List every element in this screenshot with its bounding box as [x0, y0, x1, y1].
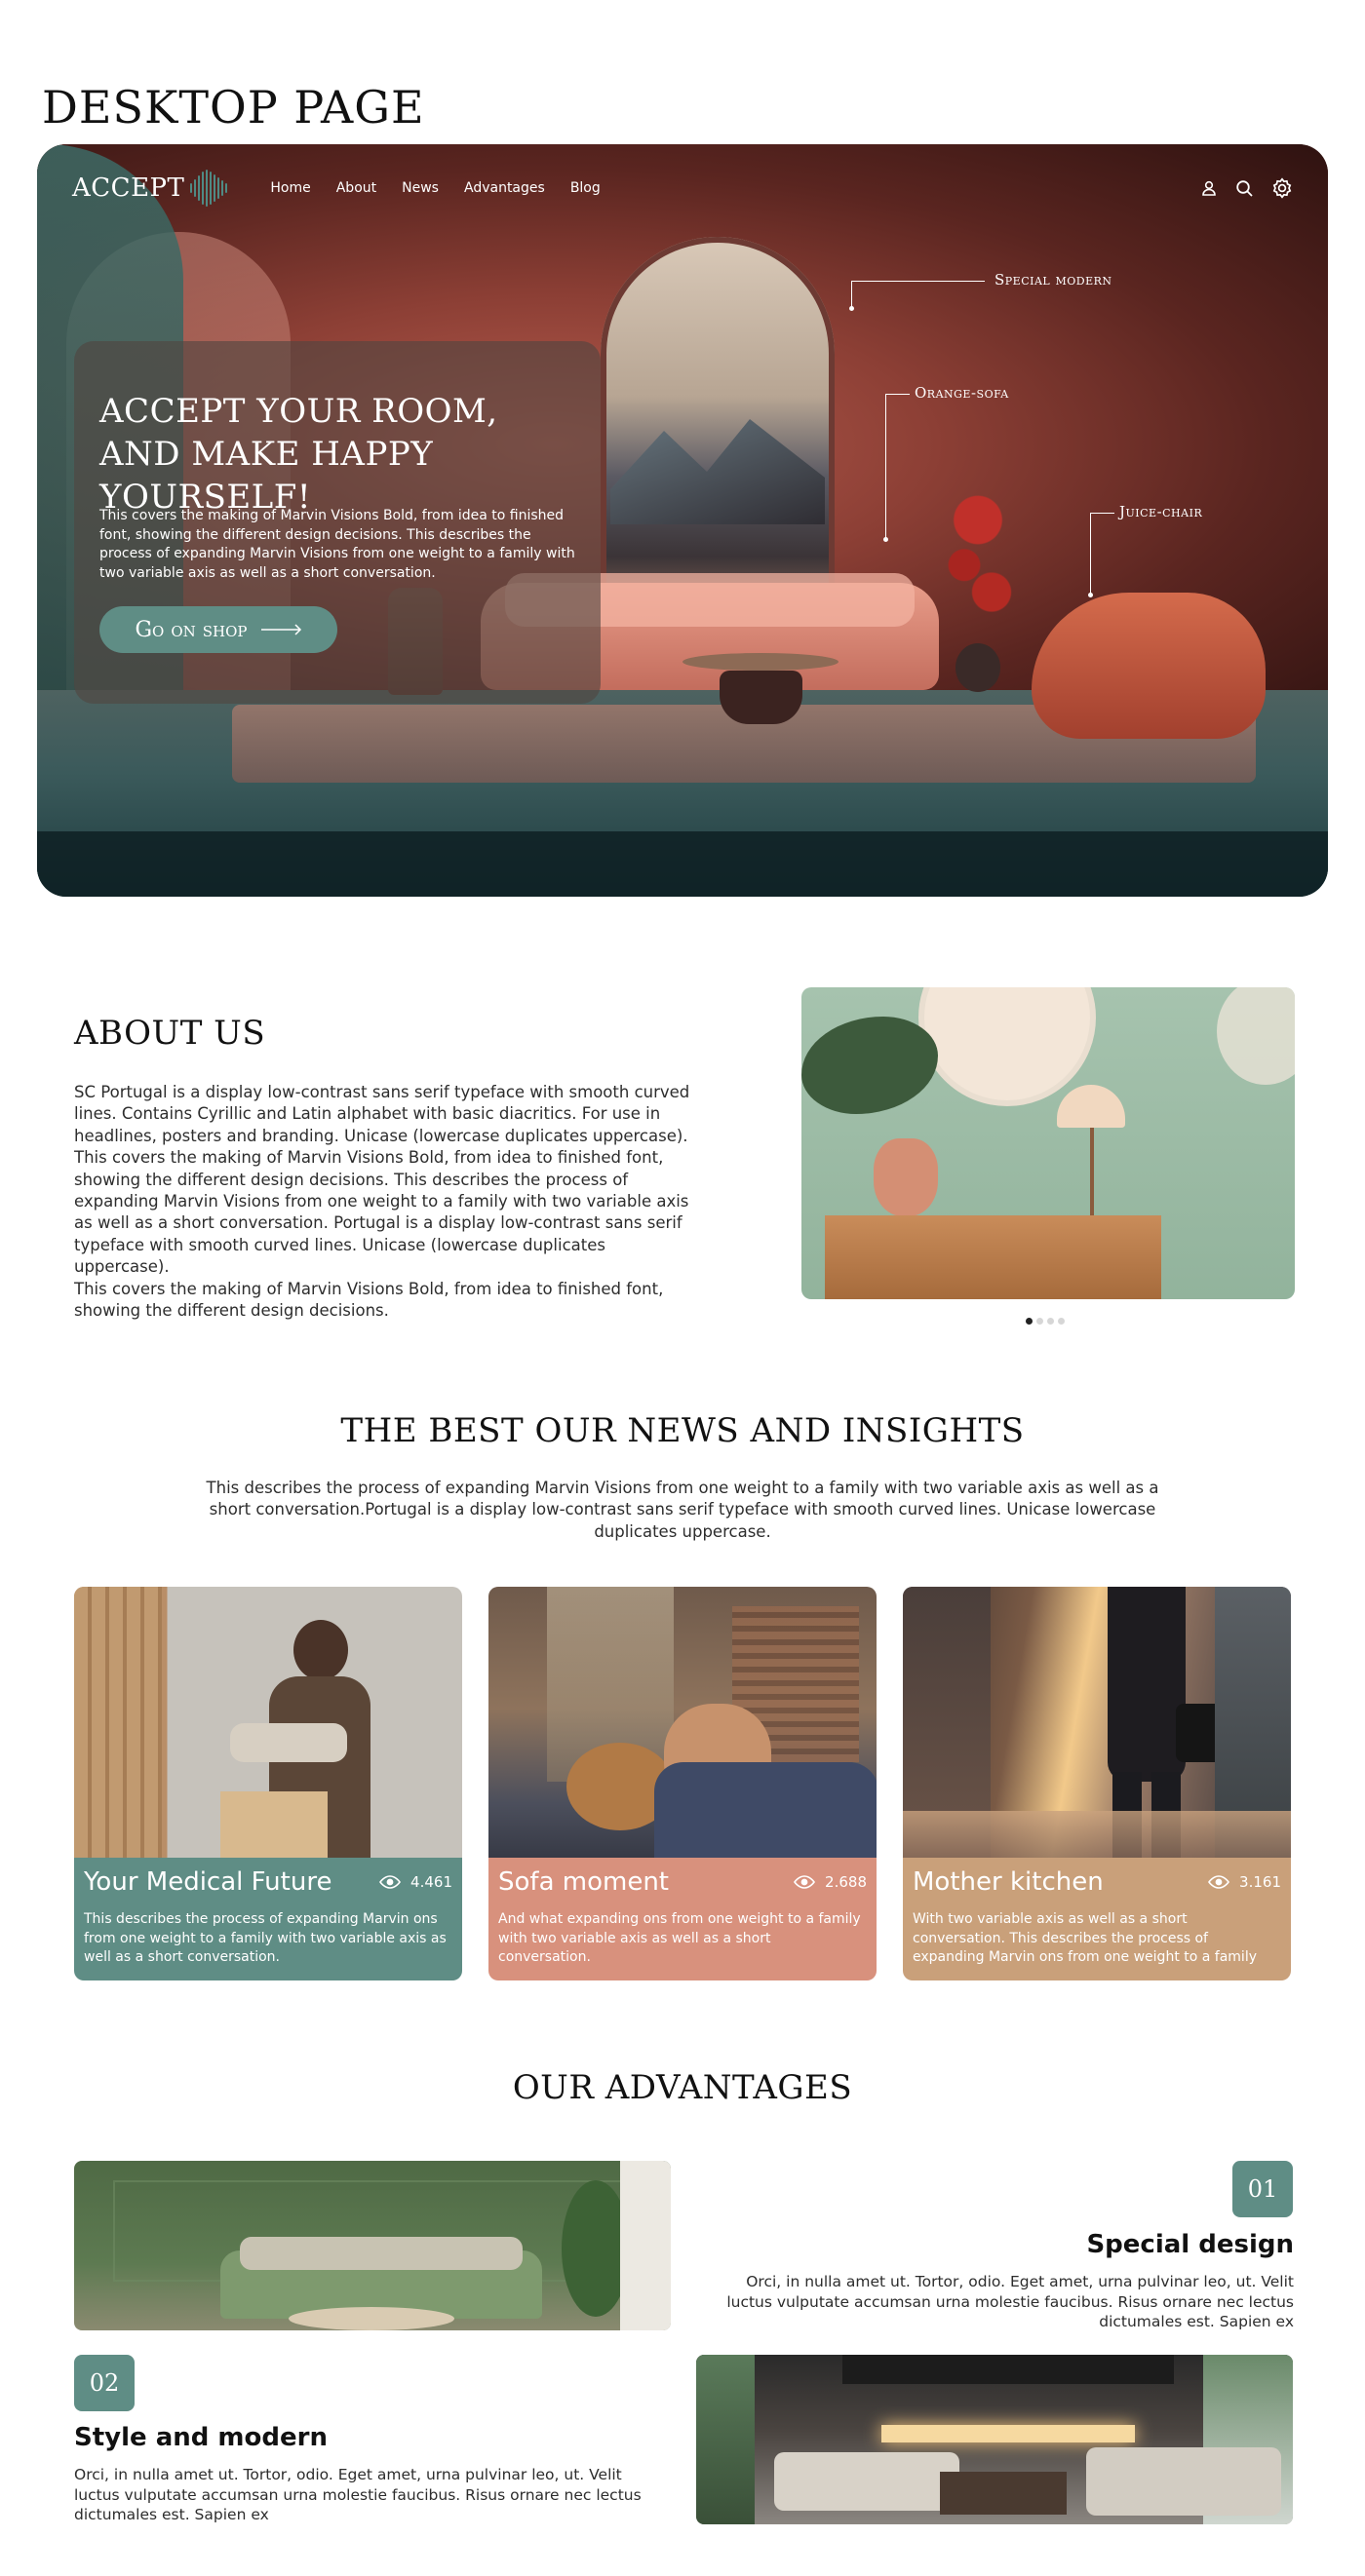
go-on-shop-label: Go on shop — [135, 617, 248, 642]
news-card-text: And what expanding ons from one weight t… — [498, 1911, 861, 1965]
callout-special-modern[interactable]: Special modern — [994, 271, 1112, 288]
news-card[interactable]: Your Medical Future 4.461 This describes… — [74, 1587, 462, 1980]
about-title: ABOUT US — [74, 1014, 266, 1053]
advantages-title: OUR ADVANTAGES — [512, 2068, 853, 2107]
news-card[interactable]: Sofa moment 2.688 And what expanding ons… — [488, 1587, 877, 1980]
logo-text: ACCEPT — [72, 173, 185, 203]
page-title: DESKTOP PAGE — [42, 80, 425, 134]
hero-banner: ACCEPT Home About News Advantages Blog A… — [37, 144, 1328, 897]
news-card-body: Sofa moment 2.688 And what expanding ons… — [488, 1858, 877, 1980]
news-card-view-count: 3.161 — [1239, 1873, 1281, 1891]
news-card[interactable]: Mother kitchen 3.161 With two variable a… — [903, 1587, 1291, 1980]
hero-description: This covers the making of Marvin Visions… — [99, 508, 575, 581]
advantage-heading-style-and-modern: Style and modern — [74, 2423, 328, 2452]
about-text: SC Portugal is a display low-contrast sa… — [74, 1082, 698, 1322]
about-image — [801, 987, 1295, 1299]
carousel-dot-3[interactable] — [1047, 1318, 1054, 1325]
callout-orange-sofa[interactable]: Orange-sofa — [915, 384, 1009, 402]
news-card-photo — [488, 1587, 877, 1858]
advantage-image-living-room — [74, 2161, 671, 2330]
news-card-photo — [74, 1587, 462, 1858]
hero-bottom-band — [37, 831, 1328, 897]
news-card-title: Mother kitchen — [913, 1867, 1104, 1897]
hero-heading-line-2: AND MAKE HAPPY YOURSELF! — [99, 435, 434, 517]
advantage-number-01: 01 — [1232, 2161, 1293, 2217]
hero-card: ACCEPT YOUR ROOM, AND MAKE HAPPY YOURSEL… — [74, 341, 601, 704]
logo-wave-icon — [190, 170, 228, 207]
callout-line-orange-sofa — [885, 394, 910, 539]
nav-about[interactable]: About — [336, 180, 376, 196]
nav-links: Home About News Advantages Blog — [270, 180, 600, 196]
carousel-dot-1[interactable] — [1026, 1318, 1033, 1325]
about-paragraph-3: This covers the making of Marvin Visions… — [74, 1279, 664, 1321]
news-title: THE BEST OUR NEWS AND INSIGHTS — [340, 1411, 1025, 1450]
eye-icon — [379, 1875, 402, 1889]
about-paragraph-2: This covers the making of Marvin Visions… — [74, 1148, 689, 1277]
main-nav: ACCEPT Home About News Advantages Blog — [72, 164, 1293, 212]
advantage-heading-special-design: Special design — [1086, 2230, 1294, 2259]
logo[interactable]: ACCEPT — [72, 170, 228, 207]
hero-heading: ACCEPT YOUR ROOM, AND MAKE HAPPY YOURSEL… — [99, 390, 601, 519]
callout-line-special-modern — [851, 281, 985, 309]
news-card-body: Mother kitchen 3.161 With two variable a… — [903, 1858, 1291, 1980]
carousel-dot-2[interactable] — [1036, 1318, 1043, 1325]
news-description: This describes the process of expanding … — [206, 1479, 1159, 1541]
eye-icon — [1208, 1875, 1230, 1889]
callout-juice-chair[interactable]: Juice-chair — [1119, 503, 1202, 520]
news-card-text: With two variable axis as well as a shor… — [913, 1911, 1258, 1965]
advantage-number-02: 02 — [74, 2355, 135, 2411]
hero-coffee-table — [682, 653, 838, 671]
nav-news[interactable]: News — [402, 180, 439, 196]
news-card-views: 3.161 — [1208, 1873, 1281, 1891]
nav-icons — [1200, 177, 1293, 199]
news-card-views: 4.461 — [379, 1873, 452, 1891]
hero-heading-line-1: ACCEPT YOUR ROOM, — [99, 392, 498, 431]
carousel-dot-4[interactable] — [1058, 1318, 1065, 1325]
news-card-body: Your Medical Future 4.461 This describes… — [74, 1858, 462, 1980]
news-card-title: Your Medical Future — [84, 1867, 332, 1897]
user-icon[interactable] — [1200, 179, 1218, 197]
advantage-text-special-design: Orci, in nulla amet ut. Tortor, odio. Eg… — [726, 2273, 1294, 2330]
nav-blog[interactable]: Blog — [570, 180, 601, 196]
news-card-photo — [903, 1587, 1291, 1858]
about-paragraph-1: SC Portugal is a display low-contrast sa… — [74, 1083, 690, 1145]
news-card-view-count: 4.461 — [410, 1873, 452, 1891]
news-card-text: This describes the process of expanding … — [84, 1911, 447, 1965]
callout-line-juice-chair — [1090, 513, 1114, 595]
eye-icon — [794, 1875, 816, 1889]
hero-vase — [956, 643, 1000, 692]
hero-coffee-table-base — [720, 671, 802, 724]
search-icon[interactable] — [1235, 179, 1254, 198]
advantage-text-style-and-modern: Orci, in nulla amet ut. Tortor, odio. Eg… — [74, 2466, 642, 2523]
hero-chair — [1032, 593, 1266, 739]
arrow-right-icon — [260, 624, 301, 635]
carousel-dots — [1026, 1318, 1065, 1325]
go-on-shop-button[interactable]: Go on shop — [99, 606, 337, 653]
news-card-view-count: 2.688 — [825, 1873, 867, 1891]
hero-red-plant — [944, 466, 1012, 646]
advantage-image-lounge — [696, 2355, 1293, 2524]
settings-icon[interactable] — [1271, 177, 1293, 199]
news-card-title: Sofa moment — [498, 1867, 669, 1897]
nav-home[interactable]: Home — [270, 180, 310, 196]
news-card-views: 2.688 — [794, 1873, 867, 1891]
nav-advantages[interactable]: Advantages — [464, 180, 545, 196]
